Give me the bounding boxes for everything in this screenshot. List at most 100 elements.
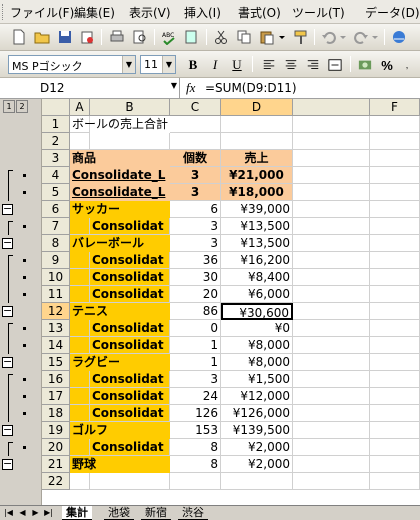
cell-b[interactable] xyxy=(90,473,170,490)
row-header[interactable]: 4 xyxy=(42,167,70,184)
cell-f[interactable] xyxy=(370,354,420,371)
cell-f[interactable] xyxy=(370,303,420,320)
percent-style-button[interactable]: % xyxy=(378,56,396,74)
cell-d[interactable]: ¥1,500 xyxy=(221,371,293,388)
cell-e[interactable] xyxy=(293,388,370,405)
cell-f[interactable] xyxy=(370,456,420,473)
underline-button[interactable]: U xyxy=(228,56,246,74)
print-preview-icon[interactable] xyxy=(131,28,149,46)
row-header[interactable]: 20 xyxy=(42,439,70,456)
sheet-tab-shukei[interactable]: 集計 xyxy=(62,506,92,520)
row-header[interactable]: 12 xyxy=(42,303,70,320)
formula-input[interactable]: =SUM(D9:D11) xyxy=(205,81,297,95)
row-header[interactable]: 13 xyxy=(42,320,70,337)
font-size-select[interactable]: 11 ▼ xyxy=(140,55,176,74)
cell-f[interactable] xyxy=(370,269,420,286)
cell-c[interactable]: 0 xyxy=(170,320,221,337)
copy-icon[interactable] xyxy=(235,28,253,46)
outline-level-2-button[interactable]: 2 xyxy=(16,100,28,113)
cell-f[interactable] xyxy=(370,133,420,150)
cell-e[interactable] xyxy=(293,269,370,286)
cell-a[interactable] xyxy=(70,269,90,286)
italic-button[interactable]: I xyxy=(206,56,224,74)
font-name-select[interactable]: MS Pゴシック ▼ xyxy=(8,55,136,74)
hyperlink-icon[interactable] xyxy=(390,28,408,46)
align-left-icon[interactable] xyxy=(260,56,278,74)
menu-insert[interactable]: 挿入(I) xyxy=(184,4,221,21)
undo-icon[interactable] xyxy=(320,28,338,46)
cell-e[interactable] xyxy=(293,184,370,201)
cell-e[interactable] xyxy=(293,252,370,269)
cell-d[interactable]: ¥13,500 xyxy=(221,235,293,252)
cell-c[interactable] xyxy=(170,133,221,150)
cell-e[interactable] xyxy=(293,286,370,303)
cell-e[interactable] xyxy=(293,218,370,235)
collapse-group-button[interactable]: − xyxy=(2,203,13,215)
cell-d[interactable]: ¥8,400 xyxy=(221,269,293,286)
cell-d[interactable] xyxy=(221,133,293,150)
menu-data[interactable]: データ(D) xyxy=(365,4,420,21)
collapse-group-button[interactable]: − xyxy=(2,356,13,368)
cell-d[interactable]: 売上 xyxy=(221,150,293,167)
collapse-group-button[interactable]: − xyxy=(2,424,13,436)
merge-center-icon[interactable] xyxy=(326,56,344,74)
cell-b[interactable]: Consolidat xyxy=(90,269,170,286)
collapse-group-button[interactable]: − xyxy=(2,237,13,249)
worksheet-grid[interactable]: 1 2 A B C D F 1 ボールの売上合計 2 3 商品 個数 売上 4 Consolid… xyxy=(0,99,420,505)
cell-c[interactable]: 1 xyxy=(170,337,221,354)
column-header-a[interactable]: A xyxy=(70,99,90,116)
collapse-group-button[interactable]: − xyxy=(2,305,13,317)
cell-f[interactable] xyxy=(370,235,420,252)
spelling-icon[interactable]: ABC xyxy=(160,28,178,46)
cell-e[interactable] xyxy=(293,116,370,133)
cell-f[interactable] xyxy=(370,439,420,456)
save-icon[interactable] xyxy=(56,28,74,46)
cell-d[interactable]: ¥2,000 xyxy=(221,456,293,473)
cell-c[interactable]: 153 xyxy=(170,422,221,439)
cell-c[interactable]: 3 xyxy=(170,235,221,252)
cell-d[interactable]: ¥18,000 xyxy=(221,184,293,201)
cell-f[interactable] xyxy=(370,218,420,235)
bold-button[interactable]: B xyxy=(184,56,202,74)
cell-e[interactable] xyxy=(293,422,370,439)
cell-d[interactable]: ¥21,000 xyxy=(221,167,293,184)
comma-style-icon[interactable]: , xyxy=(398,56,416,74)
cell-f[interactable] xyxy=(370,252,420,269)
cell-c[interactable]: 6 xyxy=(170,201,221,218)
research-icon[interactable] xyxy=(183,28,201,46)
cell-f[interactable] xyxy=(370,422,420,439)
cell-e[interactable] xyxy=(293,354,370,371)
cell-e[interactable] xyxy=(293,133,370,150)
format-painter-icon[interactable] xyxy=(292,28,310,46)
row-header[interactable]: 1 xyxy=(42,116,70,133)
cell-e[interactable] xyxy=(293,439,370,456)
cell-c[interactable]: 8 xyxy=(170,456,221,473)
row-header[interactable]: 8 xyxy=(42,235,70,252)
cell-c[interactable]: 24 xyxy=(170,388,221,405)
cell-e[interactable] xyxy=(293,405,370,422)
menu-edit[interactable]: 編集(E) xyxy=(74,4,115,21)
new-icon[interactable] xyxy=(10,28,28,46)
cell-a[interactable] xyxy=(70,439,90,456)
cell-f[interactable] xyxy=(370,388,420,405)
cell-b[interactable]: Consolidat xyxy=(90,320,170,337)
cell-d[interactable]: ¥0 xyxy=(221,320,293,337)
row-header[interactable]: 5 xyxy=(42,184,70,201)
row-header[interactable]: 18 xyxy=(42,405,70,422)
cell-b[interactable] xyxy=(90,133,170,150)
active-cell[interactable]: ¥30,600 xyxy=(221,303,293,320)
last-sheet-icon[interactable]: ▶| xyxy=(42,507,55,519)
cell-c[interactable]: 20 xyxy=(170,286,221,303)
cell-b[interactable]: Consolidat xyxy=(90,388,170,405)
row-header[interactable]: 21 xyxy=(42,456,70,473)
column-header-b[interactable]: B xyxy=(90,99,170,116)
cell-d[interactable]: ¥8,000 xyxy=(221,354,293,371)
cell-c[interactable]: 1 xyxy=(170,354,221,371)
cell-f[interactable] xyxy=(370,320,420,337)
cell-d[interactable]: ¥12,000 xyxy=(221,388,293,405)
next-sheet-icon[interactable]: ▶ xyxy=(29,507,42,519)
outline-level-1-button[interactable]: 1 xyxy=(3,100,15,113)
cell-a[interactable] xyxy=(70,252,90,269)
undo-dropdown-icon[interactable] xyxy=(339,28,347,46)
row-header[interactable]: 6 xyxy=(42,201,70,218)
